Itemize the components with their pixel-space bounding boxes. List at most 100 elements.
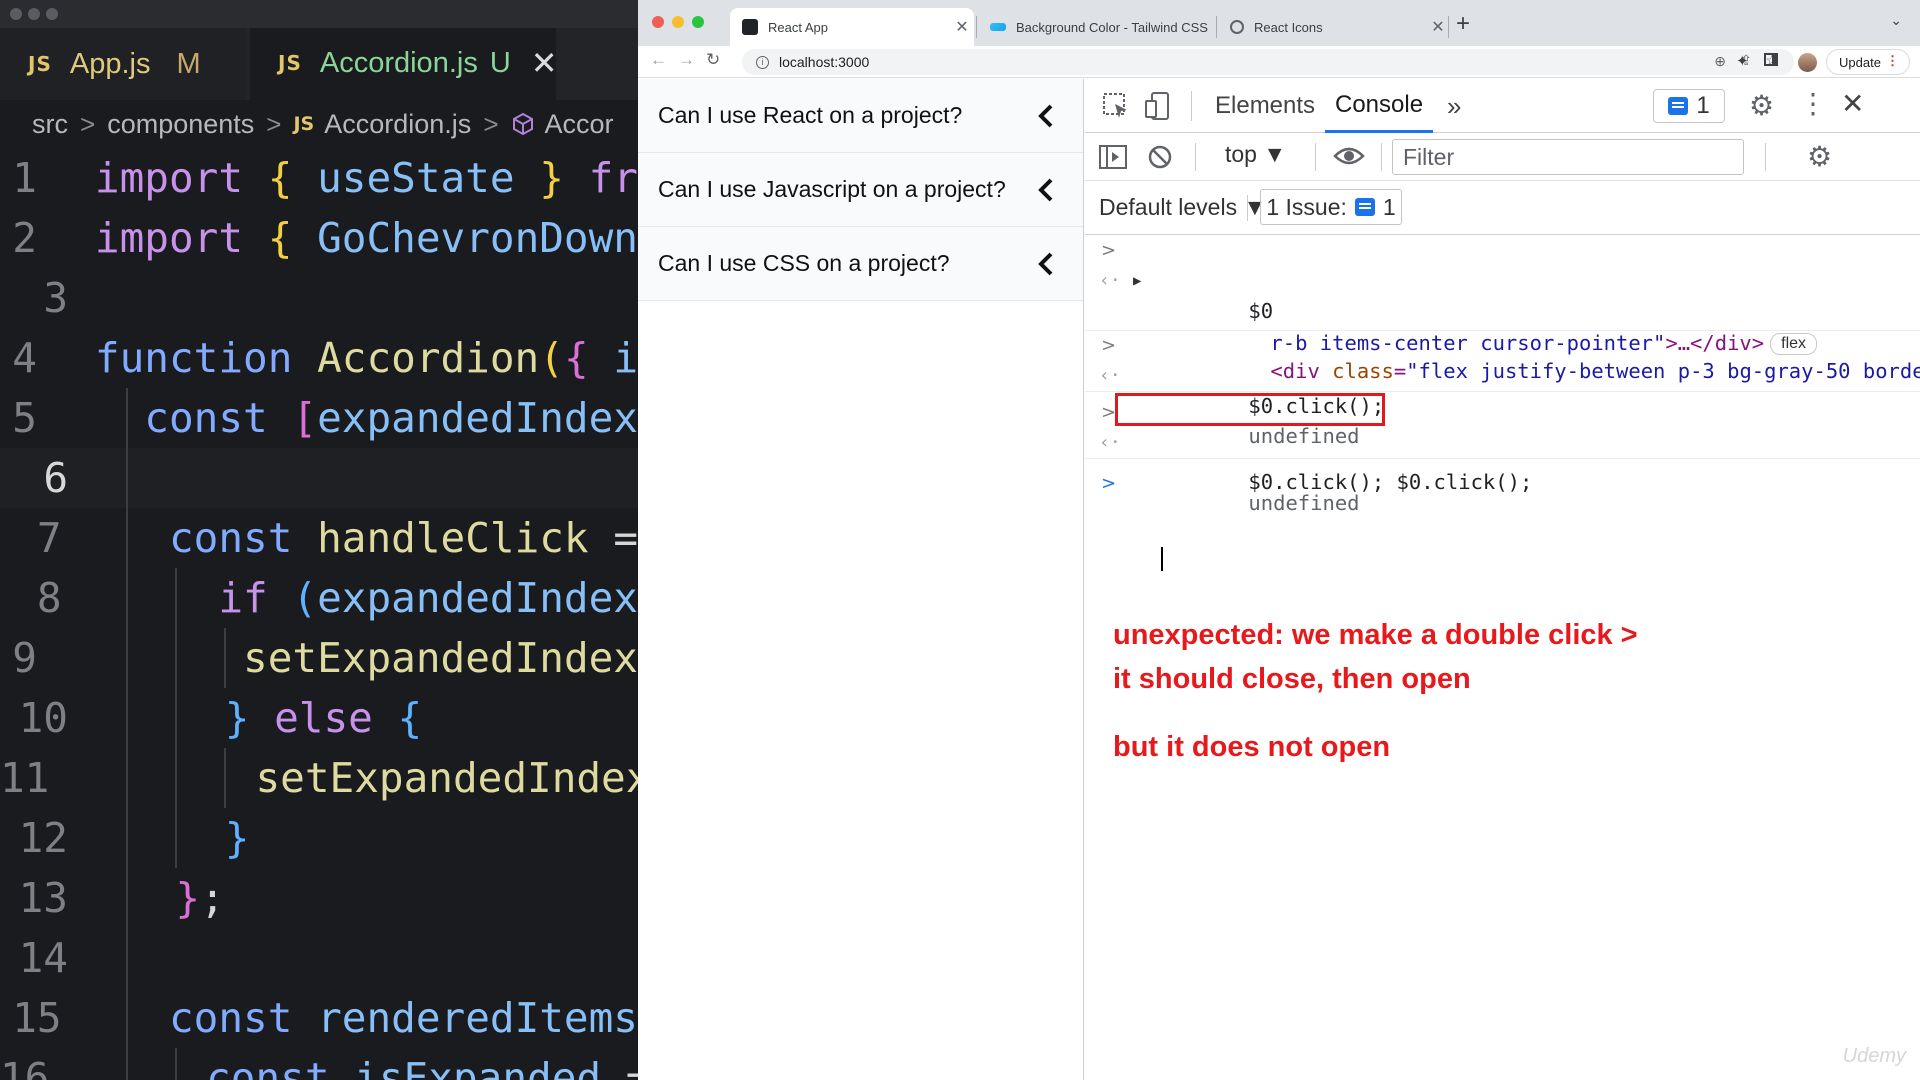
close-icon[interactable]: ✕ bbox=[531, 44, 558, 82]
tab-search-chevron-icon[interactable]: ⌄ bbox=[1890, 12, 1902, 29]
code-editor[interactable]: 1 import { useState } fr 2 import { GoChevr… bbox=[0, 148, 638, 1080]
device-toolbar-icon[interactable] bbox=[1143, 91, 1173, 121]
console-log[interactable]: > $0 ‹· ▶ <div class="flex justify-betwe… bbox=[1085, 236, 1920, 571]
code-line[interactable]: 16 const isExpanded = bbox=[0, 1048, 638, 1080]
new-tab-button[interactable]: + bbox=[1456, 10, 1470, 38]
expand-triangle-icon[interactable]: ▶ bbox=[1133, 266, 1141, 296]
code-line[interactable]: 12 } bbox=[0, 808, 638, 868]
log-levels-select[interactable]: Default levels ▼ bbox=[1099, 194, 1266, 221]
code-token: = bbox=[626, 1054, 638, 1080]
forward-arrow-icon[interactable]: → bbox=[678, 50, 695, 70]
console-filter-input[interactable] bbox=[1392, 139, 1744, 175]
code-line[interactable]: 11 setExpandedIndex bbox=[0, 748, 638, 808]
profile-avatar[interactable] bbox=[1798, 53, 1817, 72]
code-token: const bbox=[168, 994, 318, 1042]
code-token: ( bbox=[539, 334, 564, 382]
sidebar-toggle-icon[interactable] bbox=[1099, 144, 1127, 170]
result-arrow-icon: ‹· bbox=[1099, 270, 1121, 291]
annotation-line: it should close, then open bbox=[1113, 663, 1471, 695]
code-token: renderedItems bbox=[317, 994, 638, 1042]
code-token: isExpanded bbox=[354, 1054, 626, 1080]
extensions-puzzle-icon[interactable]: ✦ bbox=[1736, 52, 1749, 70]
site-info-icon[interactable]: i bbox=[756, 55, 769, 69]
context-select[interactable]: top ▼ bbox=[1225, 141, 1286, 168]
close-icon[interactable]: ✕ bbox=[950, 17, 974, 37]
indent-guide bbox=[175, 1048, 177, 1080]
accordion-item-css[interactable]: Can I use CSS on a project? bbox=[638, 227, 1083, 301]
tab-console[interactable]: Console bbox=[1325, 79, 1434, 133]
code-line[interactable]: 4 function Accordion({ i bbox=[0, 328, 638, 388]
update-button[interactable]: Update ⋮ bbox=[1826, 49, 1910, 75]
side-panel-icon[interactable] bbox=[1764, 53, 1778, 66]
tab-elements[interactable]: Elements bbox=[1215, 79, 1315, 133]
address-bar[interactable]: i localhost:3000 ⊕ ⇪ ☆ bbox=[742, 49, 1794, 75]
editor-tab-accordion-js[interactable]: JS Accordion.js U ✕ bbox=[250, 28, 558, 100]
window-zoom-dot[interactable] bbox=[692, 16, 704, 28]
window-minimize-dot[interactable] bbox=[672, 16, 684, 28]
reload-icon[interactable]: ↻ bbox=[706, 50, 720, 70]
window-close-dot[interactable] bbox=[652, 16, 664, 28]
code-line[interactable]: 7 const handleClick = bbox=[0, 508, 638, 568]
line-number: 10 bbox=[18, 694, 68, 742]
browser-tab-tailwind[interactable]: Background Color - Tailwind CSS bbox=[978, 8, 1218, 46]
accordion-label: Can I use Javascript on a project? bbox=[658, 176, 1006, 202]
code-token: handleClick bbox=[317, 514, 614, 562]
gear-icon[interactable]: ⚙ bbox=[1749, 89, 1774, 122]
code-token: { bbox=[267, 154, 318, 202]
close-icon[interactable]: ✕ bbox=[1426, 17, 1450, 37]
accordion-item-javascript[interactable]: Can I use Javascript on a project? bbox=[638, 153, 1083, 227]
editor-tab-app-js[interactable]: JS App.js M bbox=[0, 28, 246, 100]
indent-guide bbox=[126, 928, 128, 988]
result-arrow-icon: ‹· bbox=[1099, 432, 1121, 453]
breadcrumb-item[interactable]: components bbox=[107, 109, 254, 140]
code-text: import { useState } fr bbox=[61, 154, 638, 202]
browser-tab-react-app[interactable]: React App ✕ bbox=[730, 8, 974, 46]
back-arrow-icon[interactable]: ← bbox=[650, 50, 667, 70]
zoom-icon[interactable]: ⊕ bbox=[1714, 53, 1726, 70]
clear-console-icon[interactable] bbox=[1147, 144, 1173, 170]
window-close-dot[interactable] bbox=[10, 8, 22, 20]
breadcrumb-item[interactable]: Accor bbox=[545, 109, 614, 140]
vscode-titlebar bbox=[0, 0, 638, 28]
breadcrumb-item[interactable]: src bbox=[32, 109, 68, 140]
issues-counter-button[interactable]: 1 bbox=[1653, 89, 1725, 123]
more-tabs-icon[interactable]: » bbox=[1447, 79, 1461, 133]
code-line[interactable]: 5 const [expandedIndex bbox=[0, 388, 638, 448]
code-line[interactable]: 13 }; bbox=[0, 868, 638, 928]
eye-icon[interactable] bbox=[1333, 145, 1365, 167]
line-number: 7 bbox=[36, 514, 62, 562]
code-line[interactable]: 9 setExpandedIndex bbox=[0, 628, 638, 688]
code-line[interactable]: 3 bbox=[0, 268, 638, 328]
kebab-menu-icon[interactable]: ⋮ bbox=[1799, 87, 1827, 120]
issues-label: 1 Issue: bbox=[1266, 193, 1347, 220]
window-minimize-dot[interactable] bbox=[28, 8, 40, 20]
code-line[interactable]: 15 const renderedItems bbox=[0, 988, 638, 1048]
code-line[interactable]: 10 } else { bbox=[0, 688, 638, 748]
indent-guide bbox=[126, 568, 128, 628]
code-line[interactable]: 8 if (expandedIndex bbox=[0, 568, 638, 628]
tab-title: React App bbox=[768, 19, 828, 35]
accordion-item-react[interactable]: Can I use React on a project? bbox=[638, 79, 1083, 153]
breadcrumb: src > components > JS Accordion.js > Acc… bbox=[0, 100, 638, 148]
breadcrumb-item[interactable]: Accordion.js bbox=[324, 109, 471, 140]
close-icon[interactable]: ✕ bbox=[1841, 87, 1864, 120]
code-line[interactable]: 1 import { useState } fr bbox=[0, 148, 638, 208]
console-levels-bar: Default levels ▼ 1 Issue: 1 bbox=[1085, 181, 1920, 235]
issues-button[interactable]: 1 Issue: 1 bbox=[1260, 189, 1402, 225]
code-line[interactable]: 2 import { GoChevronDown bbox=[0, 208, 638, 268]
window-zoom-dot[interactable] bbox=[46, 8, 58, 20]
code-line[interactable]: 6 bbox=[0, 448, 638, 508]
inspect-element-icon[interactable] bbox=[1101, 91, 1131, 121]
gear-icon[interactable]: ⚙ bbox=[1807, 140, 1832, 173]
devtools-tab-bar: Elements Console » 1 ⚙ ⋮ ✕ bbox=[1085, 79, 1920, 133]
console-prompt-row[interactable]: > bbox=[1085, 459, 1920, 571]
code-token: const bbox=[206, 1054, 355, 1080]
devtools-panel: Elements Console » 1 ⚙ ⋮ ✕ top ▼ Filter … bbox=[1085, 79, 1920, 1080]
tab-git-status: M bbox=[176, 47, 201, 80]
code-line[interactable]: 14 bbox=[0, 928, 638, 988]
console-toolbar: top ▼ ⚙ bbox=[1085, 133, 1920, 181]
chevron-right-icon: > bbox=[483, 108, 499, 139]
browser-tab-react-icons[interactable]: React Icons ✕ bbox=[1218, 8, 1450, 46]
